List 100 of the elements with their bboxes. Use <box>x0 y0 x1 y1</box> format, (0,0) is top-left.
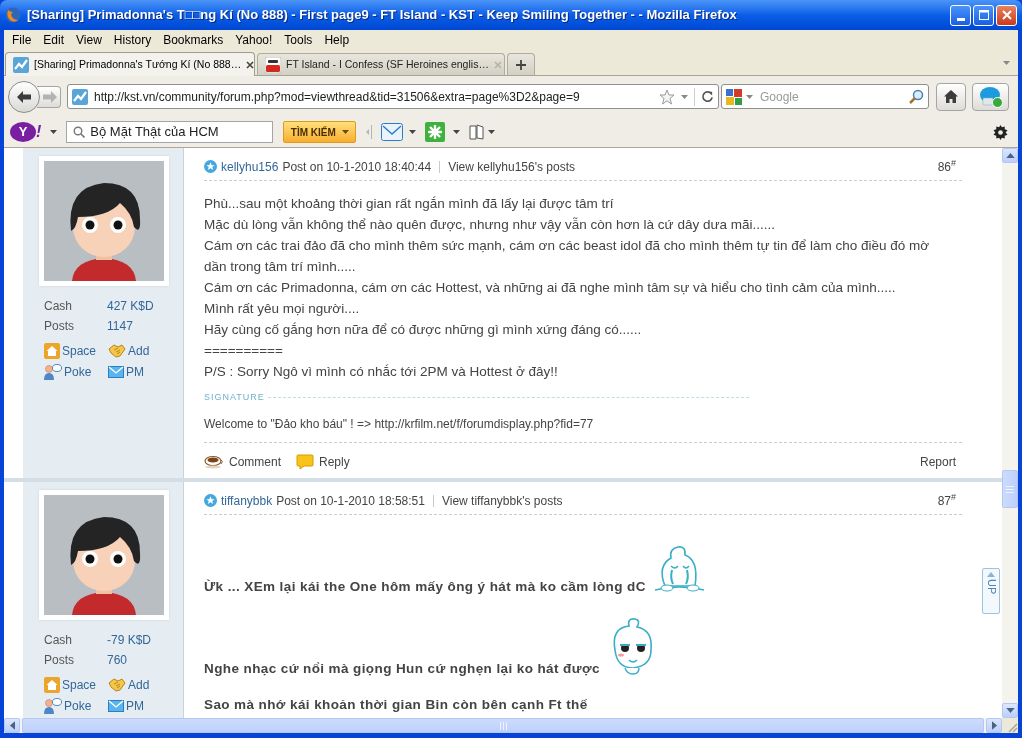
cup-icon <box>204 455 224 469</box>
menu-item[interactable]: History <box>107 31 158 49</box>
resize-grip-icon[interactable] <box>1006 721 1018 733</box>
post-action-button[interactable]: Reply <box>296 453 350 471</box>
menu-item[interactable]: Yahoo! <box>229 31 279 49</box>
stat-label: Posts <box>44 652 75 669</box>
zigzag-tile-icon <box>72 88 88 105</box>
scroll-down-button[interactable] <box>1002 703 1018 718</box>
profile-link[interactable]: Poke <box>44 695 92 716</box>
minimize-button[interactable] <box>950 4 971 26</box>
post-date: Post on 10-1-2010 18:40:44 <box>282 158 432 176</box>
scroll-up-button[interactable] <box>1002 148 1018 163</box>
caret-icon[interactable] <box>50 130 58 134</box>
scrollbar-thumb[interactable] <box>1002 470 1018 508</box>
window-title: [Sharing] Primadonna's T□□ng Kí (No 888) - First page9 - FT Island - KST - Keep Smiling Together - - Mozilla Firefox <box>27 6 737 25</box>
profile-link[interactable]: PM <box>108 361 144 382</box>
search-icon[interactable] <box>908 88 924 105</box>
chat-bubble-icon <box>978 85 1003 108</box>
close-icon <box>1001 10 1012 20</box>
close-button[interactable] <box>996 4 1017 26</box>
signature-text: Welcome to "Đảo kho báu" ! => http://krfilm.net/f/forumdisplay.php?fid=77 <box>204 417 595 431</box>
post-text: Mặc dù lòng vẫn không thể nào quên được, nhưng như vậy vẫn còn hơn là cứ dây dưa mãi...... <box>204 216 776 234</box>
chat-button[interactable] <box>972 82 1009 111</box>
close-icon[interactable] <box>246 60 255 69</box>
right-arrow-icon <box>991 721 997 730</box>
zigzag-tile-icon <box>13 56 29 73</box>
up-triangle-icon <box>987 572 995 577</box>
author-link[interactable]: tiffanybbk <box>221 491 273 510</box>
menu-item[interactable]: Edit <box>37 31 71 49</box>
stat-value: -79 K$D <box>107 632 152 649</box>
menu-item[interactable]: Bookmarks <box>157 31 230 49</box>
firefox-icon <box>5 7 21 23</box>
back-to-top-button[interactable]: UP <box>982 568 1000 614</box>
mail-icon[interactable] <box>381 123 404 141</box>
address-field[interactable]: http://kst.vn/community/forum.php?mod=viewthread&tid=31506&extra=page%3D2&page=9 <box>67 84 719 109</box>
star-icon[interactable] <box>659 88 675 105</box>
post-text: P/S : Sorry Ngô vì mình có nhắc tới 2PM và Hottest ở đây!! <box>204 363 559 381</box>
reload-icon[interactable] <box>701 90 714 103</box>
scroll-left-button[interactable] <box>4 718 20 733</box>
back-button[interactable] <box>8 80 40 113</box>
profile-link[interactable]: Space <box>44 340 97 361</box>
view-posts-link[interactable]: View tiffanybbk's posts <box>441 491 563 510</box>
search-icon <box>73 126 86 138</box>
home-icon <box>44 676 60 693</box>
menu-item[interactable]: View <box>70 31 108 49</box>
right-arrow-icon <box>41 89 58 104</box>
post-number: 86$^{#}$ <box>937 157 956 176</box>
caret-icon[interactable] <box>746 94 753 99</box>
speech-bubble-icon <box>296 454 314 470</box>
profile-link[interactable]: Add <box>108 340 150 361</box>
caret-icon[interactable] <box>453 130 461 134</box>
menu-item[interactable]: File <box>6 31 38 49</box>
stat-label: Cash <box>44 298 73 315</box>
maximize-button[interactable] <box>973 4 994 26</box>
profile-link[interactable]: Space <box>44 674 97 695</box>
search-field[interactable]: Bộ Mặt Thật của HCM <box>66 121 274 143</box>
post-text: Mình rất yêu mọi người.... <box>204 300 361 318</box>
asterisk-tile-icon[interactable] <box>425 122 446 142</box>
caret-icon[interactable] <box>488 130 496 134</box>
post-text: Phù...sau một khoảng thời gian rất ngắn mình đã lấy lại được tâm trí <box>204 195 615 213</box>
profile-link[interactable]: Poke <box>44 361 92 382</box>
post-text: Nghe nhạc cứ nổi mà giọng Hun cứ nghẹn lại ko hát được <box>204 662 600 676</box>
person-bubble-icon <box>44 363 62 380</box>
search-button[interactable]: TÌM KIẾM <box>283 121 357 143</box>
profile-link[interactable]: PM <box>108 695 144 716</box>
signature-label: SIGNATURE <box>204 392 265 403</box>
profile-link[interactable]: Add <box>108 674 150 695</box>
home-button[interactable] <box>936 82 966 111</box>
person-bubble-icon <box>44 697 62 714</box>
minimize-icon <box>956 17 965 21</box>
down-arrow-icon <box>1005 708 1015 713</box>
view-posts-link[interactable]: View kellyhu156's posts <box>448 157 575 176</box>
stat-label: Posts <box>44 318 75 335</box>
menu-item[interactable]: Help <box>318 31 356 49</box>
home-icon <box>944 90 958 103</box>
post-text: Cám ơn các trai đảo đã cho mình thêm sức mạnh, cám ơn các beast idol đã cho mình thêm tự tin để làm cho điều đó mờ dần trong tâm trí mình..... <box>204 237 931 276</box>
author-link[interactable]: kellyhu156 <box>221 157 279 176</box>
menu-item[interactable]: Tools <box>278 31 319 49</box>
book-icon[interactable] <box>469 124 486 140</box>
maximize-icon <box>978 10 989 20</box>
report-link[interactable]: Report <box>919 453 956 471</box>
post-text: ========== <box>204 342 284 360</box>
caret-icon[interactable] <box>409 130 417 134</box>
post-text: Cám ơn các Primadonna, cám ơn các Hottest, và những ai đã nghe mình tâm sự và hiểu cho tình cảm của mình..... <box>204 279 897 297</box>
caret-icon[interactable] <box>681 94 688 99</box>
post-action-button[interactable]: Comment <box>204 453 281 471</box>
post-number: 87$^{#}$ <box>937 491 956 510</box>
browser-tab[interactable]: [Sharing] Primadonna's Tướng Kí (No 888… <box>5 52 255 76</box>
browser-tab[interactable]: FT Island - I Confess (SF Heroines englis… <box>257 53 505 75</box>
handshake-icon <box>108 342 126 359</box>
settings-icon[interactable] <box>993 124 1008 140</box>
mail-icon <box>108 699 124 712</box>
new-tab-button[interactable] <box>507 53 535 75</box>
colored-blocks-icon[interactable] <box>726 88 742 105</box>
grip-lines-icon <box>1006 485 1014 493</box>
star-badge-icon <box>204 494 217 507</box>
up-arrow-icon <box>1005 153 1015 158</box>
grip-icon <box>366 125 375 139</box>
video-tile-icon <box>265 56 281 73</box>
scroll-right-button[interactable] <box>986 718 1002 733</box>
